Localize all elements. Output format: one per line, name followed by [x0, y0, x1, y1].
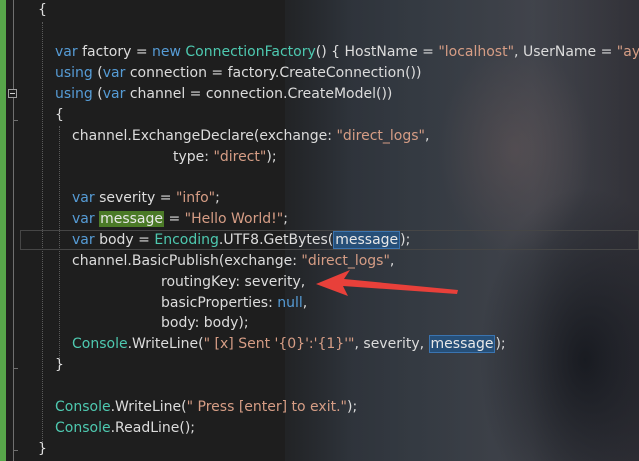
- red-arrow-annotation: [316, 270, 458, 296]
- arrow-icon: [316, 270, 458, 296]
